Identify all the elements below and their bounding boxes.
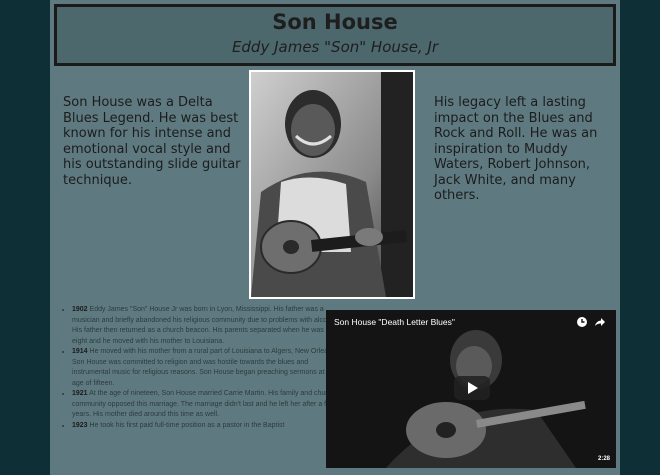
page-header: Son House Eddy James "Son" House, Jr [54, 4, 616, 66]
clock-icon[interactable] [576, 316, 588, 328]
play-button[interactable] [454, 376, 490, 400]
video-title[interactable]: Son House "Death Letter Blues" [334, 317, 455, 327]
timeline-year: 1923 [72, 421, 88, 429]
share-icon[interactable] [594, 316, 606, 328]
timeline-text: At the age of nineteen, Son House marrie… [72, 390, 336, 418]
timeline-text: Eddy James "Son" House Jr was born in Ly… [72, 306, 339, 345]
page-content: Son House Eddy James "Son" House, Jr Son… [50, 0, 620, 475]
video-player[interactable]: Son House "Death Letter Blues" 2:28 [326, 310, 616, 468]
timeline-text: He moved with his mother from a rural pa… [72, 348, 338, 387]
list-item: 1902 Eddy James "Son" House Jr was born … [72, 305, 340, 347]
list-item: 1921 At the age of nineteen, Son House m… [72, 389, 340, 421]
son-house-photo [249, 70, 415, 299]
timeline-year: 1914 [72, 348, 88, 355]
intro-right-text: His legacy left a lasting impact on the … [434, 95, 598, 203]
timeline-text: He took his first paid full-time positio… [89, 421, 285, 429]
list-item: 1923 He took his first paid full-time po… [72, 421, 340, 432]
timeline-year: 1921 [72, 390, 88, 397]
intro-left-text: Son House was a Delta Blues Legend. He w… [63, 95, 241, 188]
timeline-year: 1902 [72, 306, 88, 313]
video-duration: 2:28 [597, 456, 610, 462]
timeline-list: 1902 Eddy James "Son" House Jr was born … [58, 305, 340, 431]
page-title: Son House [272, 10, 398, 34]
page-subtitle: Eddy James "Son" House, Jr [231, 38, 439, 56]
portrait-image [251, 72, 413, 297]
list-item: 1914 He moved with his mother from a rur… [72, 347, 340, 389]
